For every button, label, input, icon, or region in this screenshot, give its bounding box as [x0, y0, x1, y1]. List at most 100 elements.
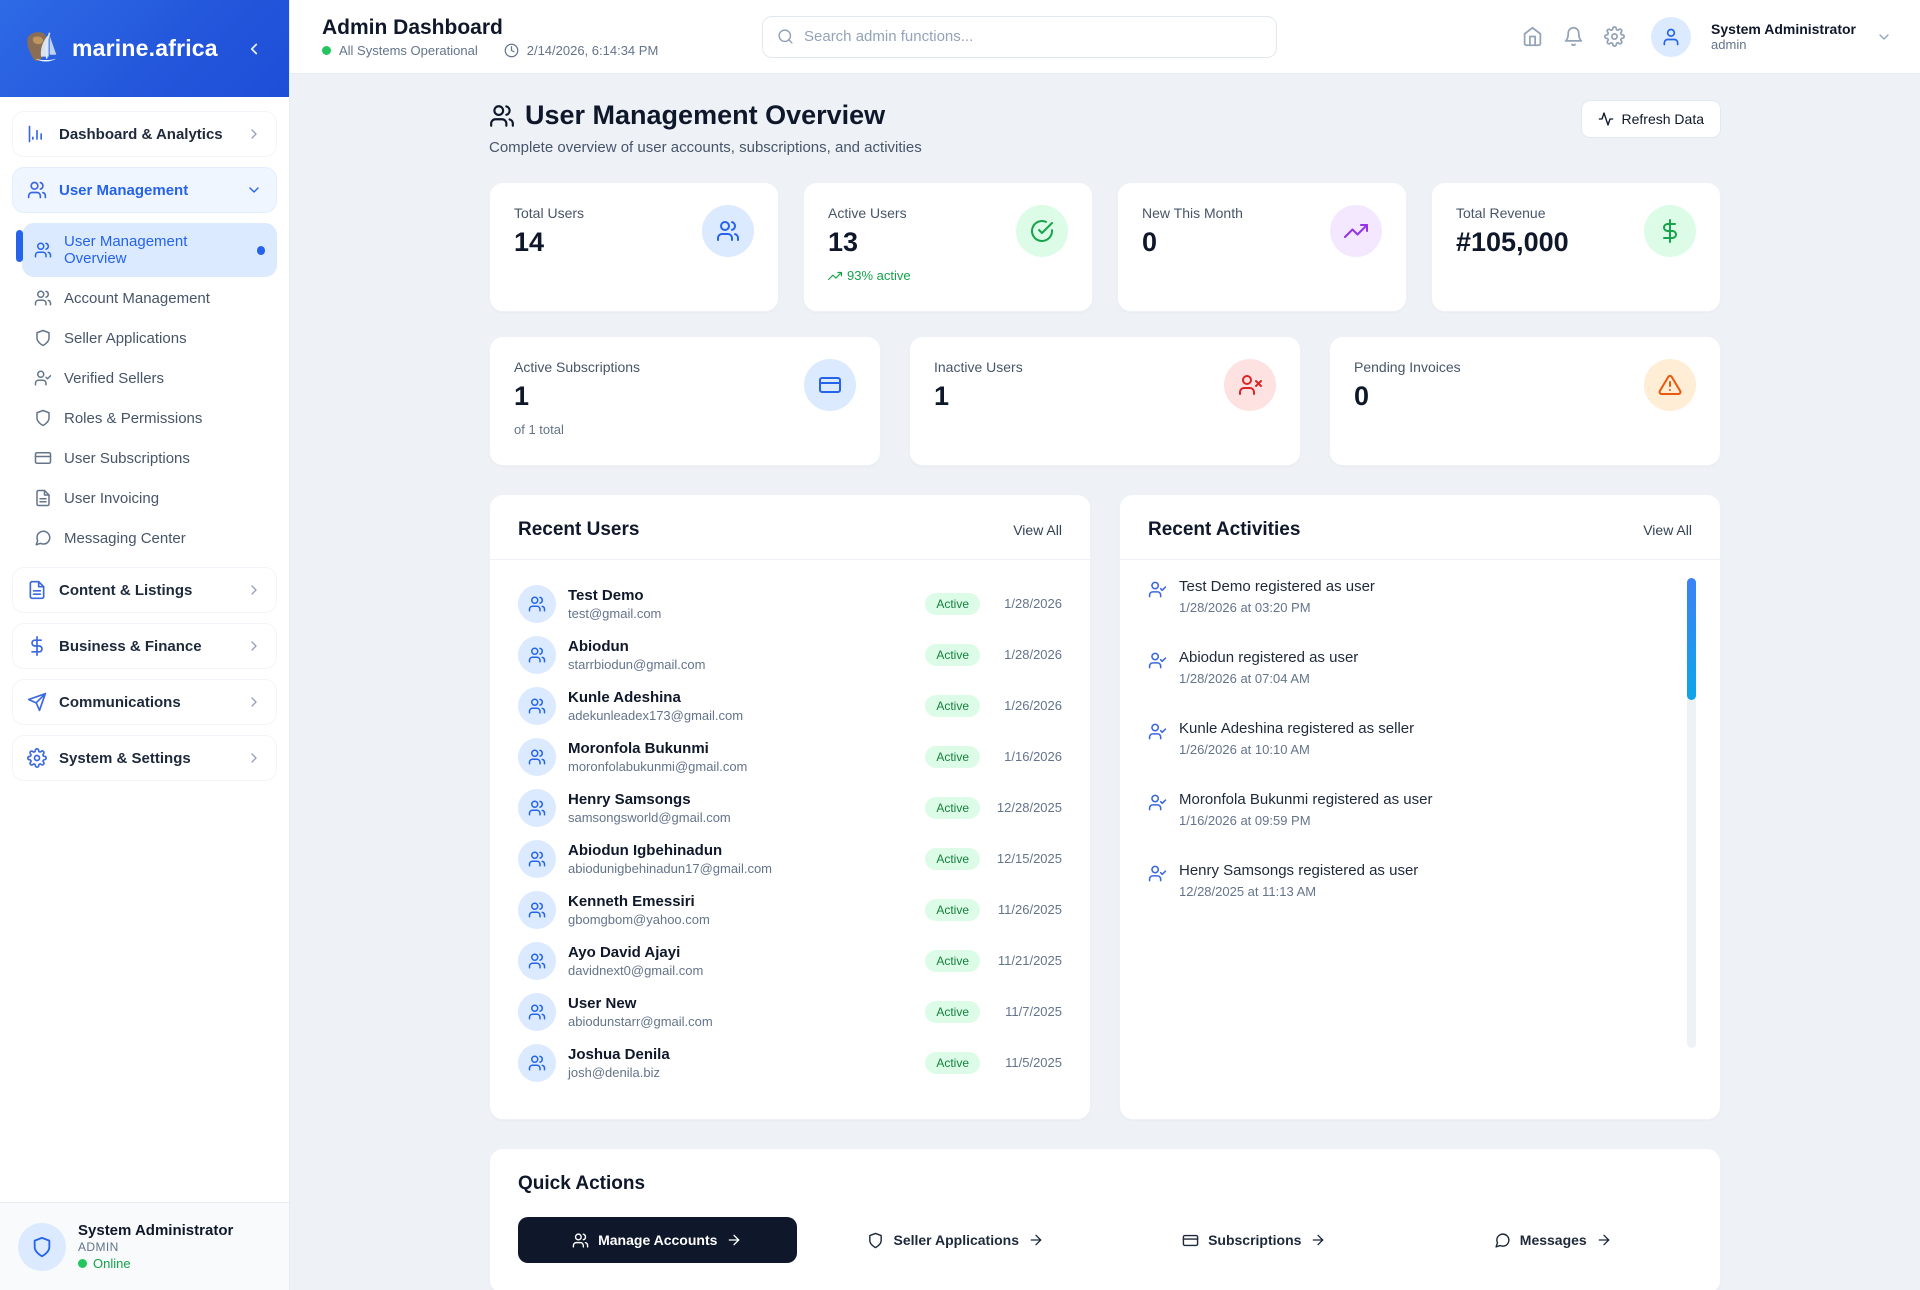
user-list-item[interactable]: Moronfola Bukunmi moronfolabukunmi@gmail…: [518, 731, 1062, 782]
activity-text: Test Demo registered as user: [1179, 578, 1375, 595]
subscriptions-button[interactable]: Subscriptions: [1115, 1217, 1394, 1263]
gear-icon[interactable]: [1604, 26, 1625, 47]
page-title: User Management Overview: [525, 100, 885, 131]
dollar-sign-icon: [1644, 205, 1696, 257]
dollar-sign-icon: [27, 636, 47, 656]
sidebar: marine.africa Dashboard & Analytics User…: [0, 0, 290, 1290]
users-icon: [518, 891, 556, 929]
stat-label: Pending Invoices: [1354, 359, 1696, 375]
credit-card-icon: [1182, 1232, 1199, 1249]
sidebar-item-user-management[interactable]: User Management: [12, 167, 277, 213]
user-email: abiodunstarr@gmail.com: [568, 1014, 713, 1029]
sidebar-item-business-finance[interactable]: Business & Finance: [12, 623, 277, 669]
users-icon: [518, 585, 556, 623]
users-icon: [518, 687, 556, 725]
sidebar-item-communications[interactable]: Communications: [12, 679, 277, 725]
activity-time: 12/28/2025 at 11:13 AM: [1179, 884, 1418, 899]
sidebar-item-verified-sellers[interactable]: Verified Sellers: [22, 359, 277, 397]
users-icon: [518, 636, 556, 674]
user-name: Kunle Adeshina: [568, 689, 743, 706]
user-list-item[interactable]: Kunle Adeshina adekunleadex173@gmail.com…: [518, 680, 1062, 731]
refresh-data-label: Refresh Data: [1622, 111, 1704, 127]
sidebar-item-user-subscriptions[interactable]: User Subscriptions: [22, 439, 277, 477]
page-subtitle: Complete overview of user accounts, subs…: [489, 139, 922, 156]
credit-card-icon: [804, 359, 856, 411]
user-list-item[interactable]: Test Demo test@gmail.com Active 1/28/202…: [518, 578, 1062, 629]
sidebar-header: marine.africa: [0, 0, 289, 97]
sidebar-item-label: System & Settings: [59, 750, 234, 767]
activity-text: Kunle Adeshina registered as seller: [1179, 720, 1414, 737]
user-name: Joshua Denila: [568, 1046, 670, 1063]
users-icon: [518, 789, 556, 827]
chevron-down-icon[interactable]: [1876, 29, 1892, 45]
stat-card-total-users: Total Users 14: [489, 182, 779, 312]
sidebar-item-account-management[interactable]: Account Management: [22, 279, 277, 317]
activity-text: Henry Samsongs registered as user: [1179, 862, 1418, 879]
user-list-item[interactable]: User New abiodunstarr@gmail.com Active 1…: [518, 986, 1062, 1037]
sidebar-collapse-button[interactable]: [237, 36, 271, 62]
activities-scrollbar[interactable]: [1687, 578, 1696, 700]
user-joined-date: 11/7/2025: [992, 1004, 1062, 1019]
stats-row-secondary: Active Subscriptions 1 of 1 total Inacti…: [489, 336, 1721, 466]
activity-time: 1/26/2026 at 10:10 AM: [1179, 742, 1414, 757]
credit-card-icon: [34, 449, 52, 467]
users-icon: [34, 241, 52, 259]
user-check-icon: [1148, 651, 1167, 686]
user-icon: [1661, 27, 1681, 47]
users-icon: [27, 180, 47, 200]
stats-row-primary: Total Users 14 Active Users 13 93% activ…: [489, 182, 1721, 312]
activity-list-item: Henry Samsongs registered as user 12/28/…: [1148, 862, 1692, 899]
avatar[interactable]: [1651, 17, 1691, 57]
sidebar-nav: Dashboard & Analytics User Management Us…: [0, 97, 289, 1202]
status-badge: Active: [925, 746, 980, 768]
status-badge: Active: [925, 1001, 980, 1023]
home-icon[interactable]: [1522, 26, 1543, 47]
sidebar-item-content-listings[interactable]: Content & Listings: [12, 567, 277, 613]
messages-button[interactable]: Messages: [1414, 1217, 1693, 1263]
sidebar-item-user-management-overview[interactable]: User Management Overview: [22, 223, 277, 277]
status-badge: Active: [925, 695, 980, 717]
user-list-item[interactable]: Henry Samsongs samsongsworld@gmail.com A…: [518, 782, 1062, 833]
user-joined-date: 11/5/2025: [992, 1055, 1062, 1070]
trending-up-icon: [828, 269, 842, 283]
sidebar-item-user-invoicing[interactable]: User Invoicing: [22, 479, 277, 517]
sidebar-item-dashboard-analytics[interactable]: Dashboard & Analytics: [12, 111, 277, 157]
recent-activities-view-all-link[interactable]: View All: [1643, 522, 1692, 538]
user-email: abiodunigbehinadun17@gmail.com: [568, 861, 772, 876]
manage-accounts-button[interactable]: Manage Accounts: [518, 1217, 797, 1263]
activity-text: Moronfola Bukunmi registered as user: [1179, 791, 1432, 808]
user-list-item[interactable]: Abiodun starrbiodun@gmail.com Active 1/2…: [518, 629, 1062, 680]
button-label: Manage Accounts: [598, 1232, 717, 1248]
sidebar-item-label: User Subscriptions: [64, 450, 190, 467]
sidebar-item-label: Dashboard & Analytics: [59, 126, 234, 143]
user-name: System Administrator: [1711, 21, 1856, 37]
user-joined-date: 12/15/2025: [992, 851, 1062, 866]
user-list-item[interactable]: Ayo David Ajayi davidnext0@gmail.com Act…: [518, 935, 1062, 986]
user-menu[interactable]: System Administrator admin: [1711, 21, 1856, 52]
system-status-dot: [322, 46, 331, 55]
user-list-item[interactable]: Joshua Denila josh@denila.biz Active 11/…: [518, 1037, 1062, 1088]
sidebar-item-system-settings[interactable]: System & Settings: [12, 735, 277, 781]
sidebar-item-messaging-center[interactable]: Messaging Center: [22, 519, 277, 557]
bell-icon[interactable]: [1563, 26, 1584, 47]
seller-applications-button[interactable]: Seller Applications: [817, 1217, 1096, 1263]
sidebar-item-seller-applications[interactable]: Seller Applications: [22, 319, 277, 357]
online-status: Online: [93, 1256, 131, 1271]
recent-users-view-all-link[interactable]: View All: [1013, 522, 1062, 538]
sidebar-item-label: Roles & Permissions: [64, 410, 202, 427]
user-name: Moronfola Bukunmi: [568, 740, 747, 757]
arrow-right-icon: [726, 1232, 742, 1248]
main-area: Admin Dashboard All Systems Operational …: [290, 0, 1920, 1290]
search-input[interactable]: [804, 28, 1262, 45]
stat-subtext: of 1 total: [514, 422, 856, 437]
activity-time: 1/16/2026 at 09:59 PM: [1179, 813, 1432, 828]
user-email: gbomgbom@yahoo.com: [568, 912, 710, 927]
refresh-data-button[interactable]: Refresh Data: [1581, 100, 1721, 138]
sidebar-item-label: Verified Sellers: [64, 370, 164, 387]
sidebar-item-roles-permissions[interactable]: Roles & Permissions: [22, 399, 277, 437]
stat-label: Active Subscriptions: [514, 359, 856, 375]
user-list-item[interactable]: Kenneth Emessiri gbomgbom@yahoo.com Acti…: [518, 884, 1062, 935]
user-list-item[interactable]: Abiodun Igbehinadun abiodunigbehinadun17…: [518, 833, 1062, 884]
chevron-down-icon: [246, 182, 262, 198]
user-joined-date: 1/26/2026: [992, 698, 1062, 713]
